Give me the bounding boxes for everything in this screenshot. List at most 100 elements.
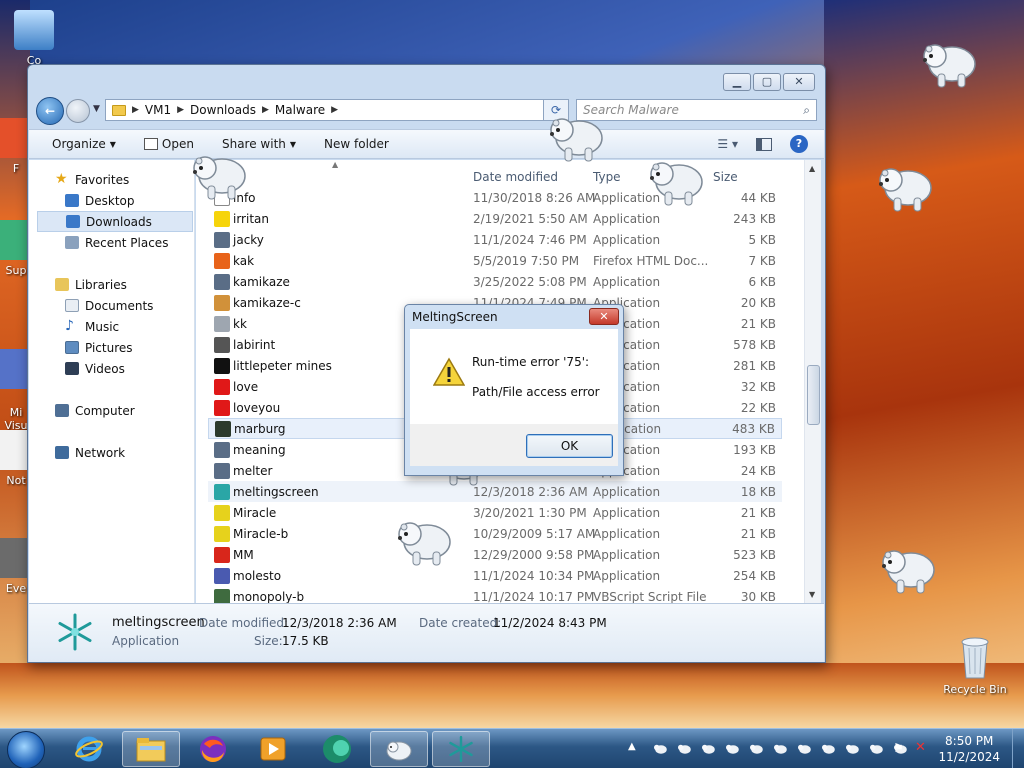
monitor-icon xyxy=(215,420,231,437)
file-row[interactable]: kak 5/5/2019 7:50 PM Firefox HTML Doc... 7 … xyxy=(208,250,782,271)
file-type: Application xyxy=(593,526,661,541)
maximize-button[interactable]: ▢ xyxy=(753,73,781,91)
file-row[interactable]: jacky 11/1/2024 7:46 PM Application 5 KB xyxy=(208,229,782,250)
file-name: labirint xyxy=(233,337,276,352)
nav-libraries[interactable]: Libraries xyxy=(55,274,127,295)
taskbar-firefox[interactable] xyxy=(184,731,242,767)
file-row[interactable]: MM 12/29/2000 9:58 PM Application 523 KB xyxy=(208,544,782,565)
taskbar-app-green[interactable] xyxy=(308,731,366,767)
organize-button[interactable]: Organize ▼ xyxy=(52,137,116,151)
back-button[interactable]: ← xyxy=(36,97,64,125)
speaker-muted-icon[interactable]: ✕ xyxy=(915,740,926,755)
view-options-icon[interactable]: ☰ ▾ xyxy=(717,137,738,151)
column-type[interactable]: Type xyxy=(593,170,621,184)
open-button[interactable]: Open xyxy=(143,137,194,151)
breadcrumb-downloads[interactable]: Downloads xyxy=(190,103,256,117)
polar-bear-tray-icon[interactable] xyxy=(771,742,789,756)
file-name: molesto xyxy=(233,568,282,583)
file-row[interactable]: molesto 11/1/2024 10:34 PM Application 254 … xyxy=(208,565,782,586)
taskbar-meltingscreen[interactable] xyxy=(432,731,490,767)
vertical-scrollbar[interactable]: ▲ ▼ xyxy=(804,160,821,603)
polar-bear-sprite xyxy=(874,158,934,214)
polar-bear-tray-icon[interactable] xyxy=(699,742,717,756)
file-row[interactable]: Miracle-b 10/29/2009 5:17 AM Application 21… xyxy=(208,523,782,544)
file-type: Application xyxy=(593,568,661,583)
nav-recent-places[interactable]: Recent Places xyxy=(65,232,168,253)
desktop-icon-label: Recycle Bin xyxy=(943,683,1007,696)
desktop-icon-recycle-bin[interactable]: Recycle Bin xyxy=(940,632,1010,696)
file-date-modified: 12/29/2000 9:58 PM xyxy=(473,547,595,562)
clock[interactable]: 8:50 PM 11/2/2024 xyxy=(938,733,1000,765)
address-bar[interactable]: ▶ VM1 ▶ Downloads ▶ Malware ▶ ▼ xyxy=(105,99,569,121)
nav-music[interactable]: ♪ Music xyxy=(65,316,119,337)
polar-bear-tray-icon[interactable] xyxy=(819,742,837,756)
show-hidden-icons-icon[interactable]: ▲ xyxy=(628,741,636,752)
help-icon[interactable]: ? xyxy=(790,135,808,153)
show-desktop-button[interactable] xyxy=(1012,729,1024,768)
new-folder-button[interactable]: New folder xyxy=(324,137,389,151)
scroll-thumb[interactable] xyxy=(807,365,820,425)
firefox-doc-icon xyxy=(214,252,230,269)
nav-favorites[interactable]: ★ Favorites xyxy=(55,169,129,190)
folder-icon xyxy=(112,104,126,116)
search-input[interactable]: Search Malware ⌕ xyxy=(576,99,817,121)
start-button[interactable] xyxy=(7,731,45,768)
nav-computer[interactable]: Computer xyxy=(55,400,135,421)
close-button[interactable]: ✕ xyxy=(783,73,815,91)
music-icon: ♪ xyxy=(65,318,74,334)
desktop-icon-computer[interactable]: Co xyxy=(4,10,64,67)
window-app-icon xyxy=(214,231,230,248)
file-date-modified: 3/20/2021 1:30 PM xyxy=(473,505,587,520)
search-icon[interactable]: ⌕ xyxy=(803,100,810,120)
window-app-icon xyxy=(214,273,230,290)
chevron-right-icon[interactable]: ▶ xyxy=(262,105,269,115)
file-row[interactable]: irritan 2/19/2021 5:50 AM Application 243 K… xyxy=(208,208,782,229)
polar-bear-tray-icon[interactable] xyxy=(843,742,861,756)
recent-pages-dropdown[interactable]: ▼ xyxy=(93,104,100,114)
taskbar-internet-explorer[interactable] xyxy=(60,731,118,767)
column-date-modified[interactable]: Date modified xyxy=(473,170,558,184)
libraries-icon xyxy=(55,278,69,291)
preview-pane-icon[interactable] xyxy=(756,137,772,151)
polar-bear-tray-icon[interactable] xyxy=(867,742,885,756)
polar-bear-tray-icon[interactable] xyxy=(675,742,693,756)
file-row[interactable]: Miracle 3/20/2021 1:30 PM Application 21 KB xyxy=(208,502,782,523)
breadcrumb-vm1[interactable]: VM1 xyxy=(145,103,171,117)
polar-bear-tray-icon[interactable] xyxy=(651,742,669,756)
nav-network[interactable]: Network xyxy=(55,442,125,463)
nav-pictures[interactable]: Pictures xyxy=(65,337,133,358)
nav-videos[interactable]: Videos xyxy=(65,358,125,379)
file-date-modified: 11/1/2024 10:34 PM xyxy=(473,568,595,583)
forward-button[interactable] xyxy=(66,99,90,123)
nav-desktop[interactable]: Desktop xyxy=(65,190,135,211)
dialog-close-button[interactable]: ✕ xyxy=(589,308,619,325)
nav-documents[interactable]: Documents xyxy=(65,295,153,316)
taskbar-explorer[interactable] xyxy=(122,731,180,767)
polar-bear-tray-icon[interactable] xyxy=(723,742,741,756)
nav-downloads[interactable]: Downloads xyxy=(37,211,193,232)
polar-bear-tray-icon[interactable] xyxy=(747,742,765,756)
polar-bear-sprite xyxy=(877,540,937,596)
minimize-button[interactable]: ▁ xyxy=(723,73,751,91)
column-size[interactable]: Size xyxy=(713,170,738,184)
chevron-right-icon[interactable]: ▶ xyxy=(177,105,184,115)
dialog-error-code: Run-time error '75': xyxy=(472,355,590,369)
scroll-down-icon[interactable]: ▼ xyxy=(809,590,815,599)
snowflake-icon xyxy=(214,483,230,500)
file-row[interactable]: meltingscreen 12/3/2018 2:36 AM Applicatio… xyxy=(208,481,782,502)
network-icon xyxy=(55,446,69,459)
file-name: Miracle-b xyxy=(233,526,289,541)
action-center-icon[interactable]: ⚑ xyxy=(893,741,904,755)
desktop-wallpaper-bottom xyxy=(0,663,1024,728)
file-row[interactable]: kamikaze 3/25/2022 5:08 PM Application 6 KB xyxy=(208,271,782,292)
navigation-pane: ★ Favorites Desktop Downloads Recent Pla… xyxy=(29,160,195,603)
breadcrumb-malware[interactable]: Malware xyxy=(275,103,325,117)
scroll-up-icon[interactable]: ▲ xyxy=(809,164,815,173)
chevron-right-icon[interactable]: ▶ xyxy=(331,105,338,115)
window-app-icon xyxy=(214,462,230,479)
error-dialog[interactable]: MeltingScreen ✕ Run-time error '75': Pat… xyxy=(404,304,624,476)
taskbar-media-player[interactable] xyxy=(244,731,302,767)
ok-button[interactable]: OK xyxy=(526,434,613,458)
polar-bear-tray-icon[interactable] xyxy=(795,742,813,756)
taskbar-polar-bear-app[interactable] xyxy=(370,731,428,767)
